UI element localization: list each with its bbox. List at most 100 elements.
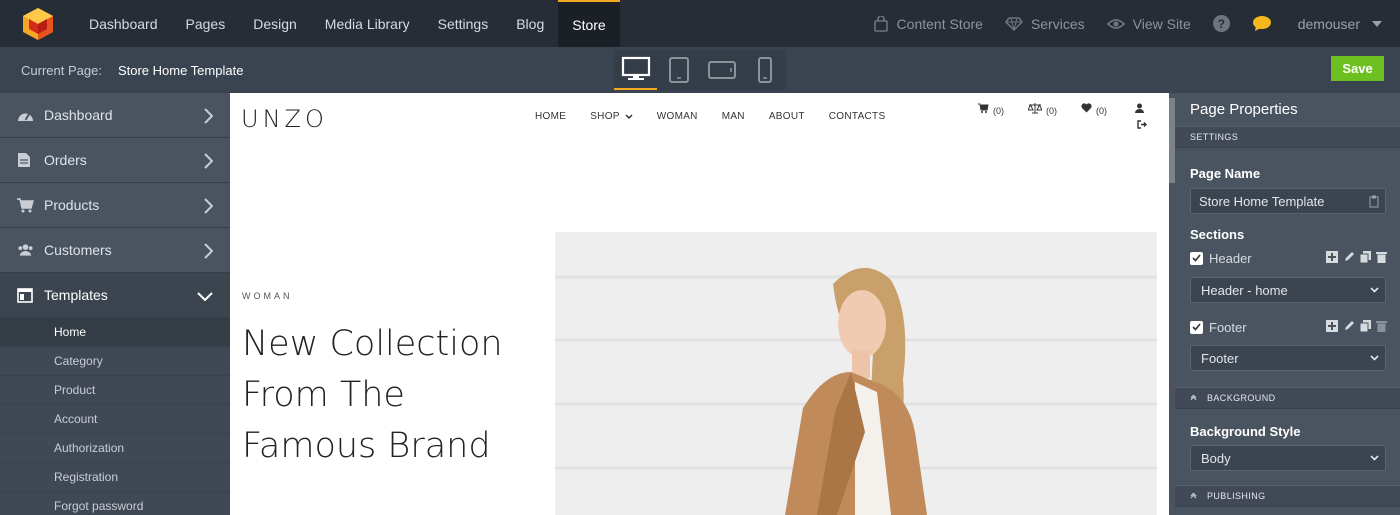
sidebar-item-products[interactable]: Products	[0, 183, 230, 228]
trash-icon[interactable]	[1376, 251, 1387, 263]
footer-select-value: Footer	[1201, 350, 1239, 366]
sidebar-subitem-product[interactable]: Product	[0, 376, 230, 405]
chevron-down-icon	[1370, 455, 1379, 461]
trash-icon[interactable]	[1376, 320, 1387, 332]
footer-section-tools	[1326, 320, 1387, 332]
mobile-view-button[interactable]	[743, 50, 786, 90]
header-section-tools	[1326, 251, 1387, 263]
chevron-down-icon	[1370, 355, 1379, 361]
site-compare-link[interactable]: (0)	[1028, 103, 1057, 129]
site-account-link[interactable]	[1131, 103, 1147, 129]
header-select-value: Header - home	[1201, 282, 1288, 298]
nav-store[interactable]: Store	[558, 0, 620, 47]
checkbox-checked-icon[interactable]	[1190, 320, 1203, 334]
background-section-header[interactable]: BACKGROUND	[1175, 387, 1400, 409]
add-icon[interactable]	[1326, 251, 1338, 263]
chevron-down-icon	[1370, 287, 1379, 293]
background-style-select[interactable]: Body	[1190, 445, 1386, 471]
header-template-select[interactable]: Header - home	[1190, 277, 1386, 303]
heart-icon	[1081, 103, 1092, 113]
checkbox-checked-icon[interactable]	[1190, 251, 1203, 265]
sidebar-subitem-account[interactable]: Account	[0, 405, 230, 434]
publishing-section-header[interactable]: PUBLISHING	[1175, 485, 1400, 507]
site-wishlist-link[interactable]: (0)	[1081, 103, 1107, 129]
publishing-section-label: PUBLISHING	[1207, 491, 1266, 501]
site-brand-logo[interactable]: UNZO	[241, 105, 328, 133]
save-button[interactable]: Save	[1331, 56, 1384, 81]
current-page-value: Store Home Template	[117, 62, 244, 78]
header-section-toggle[interactable]: Header	[1175, 248, 1400, 268]
chevron-right-icon	[204, 198, 213, 214]
current-page-label: Current Page:	[21, 62, 102, 78]
services-label: Services	[1030, 15, 1085, 32]
add-icon[interactable]	[1326, 320, 1338, 332]
tablet-portrait-button[interactable]	[657, 50, 700, 90]
page-preview-canvas[interactable]: UNZO HOME SHOP WOMAN MAN ABOUT CONTACTS …	[230, 93, 1169, 515]
header-section-label: Header	[1209, 250, 1252, 266]
sidebar-subitem-authorization[interactable]: Authorization	[0, 434, 230, 463]
chevron-down-icon	[1372, 20, 1382, 27]
site-nav-woman[interactable]: WOMAN	[657, 111, 698, 122]
view-site-link[interactable]: View Site	[1106, 16, 1191, 32]
site-nav-man[interactable]: MAN	[722, 111, 745, 122]
content-store-label: Content Store	[896, 15, 983, 32]
scale-icon	[1028, 103, 1042, 114]
page-name-field[interactable]: Store Home Template	[1190, 188, 1386, 214]
sidebar-item-orders[interactable]: Orders	[0, 138, 230, 183]
username: demouser	[1297, 15, 1360, 32]
sidebar-subitem-registration[interactable]: Registration	[0, 463, 230, 492]
cart-icon	[978, 103, 989, 113]
model-photo	[555, 232, 1157, 515]
app-logo[interactable]	[0, 0, 75, 47]
footer-section-toggle[interactable]: Footer	[1175, 317, 1400, 337]
phone-icon	[757, 57, 772, 83]
help-button[interactable]: ?	[1212, 15, 1230, 32]
diamond-icon	[1004, 16, 1023, 31]
settings-section-header[interactable]: SETTINGS	[1175, 126, 1400, 148]
sidebar-item-templates[interactable]: Templates	[0, 273, 230, 318]
copy-icon[interactable]	[1360, 320, 1371, 332]
hero-title-line: New Collection	[242, 324, 503, 364]
chat-button[interactable]	[1252, 15, 1280, 32]
page-properties-panel: Page Properties SETTINGS Page Name Store…	[1175, 93, 1400, 515]
content-store-link[interactable]: Content Store	[873, 15, 983, 32]
hero-image	[555, 232, 1157, 515]
document-icon	[17, 152, 34, 168]
nav-dashboard[interactable]: Dashboard	[75, 0, 172, 47]
pencil-icon[interactable]	[1343, 251, 1355, 263]
nav-pages[interactable]: Pages	[172, 0, 240, 47]
sidebar-item-dashboard[interactable]: Dashboard	[0, 93, 230, 138]
nav-media-library[interactable]: Media Library	[311, 0, 424, 47]
site-nav-about[interactable]: ABOUT	[769, 111, 805, 122]
sidebar-item-customers[interactable]: Customers	[0, 228, 230, 273]
sections-label: Sections	[1190, 227, 1245, 242]
chevron-down-icon	[625, 113, 633, 119]
desktop-icon	[621, 56, 650, 80]
site-nav-shop[interactable]: SHOP	[590, 111, 633, 122]
tablet-landscape-button[interactable]	[700, 50, 743, 90]
site-nav-contacts[interactable]: CONTACTS	[829, 111, 886, 122]
chevron-up-icon	[1190, 493, 1197, 499]
sidebar-subitem-home[interactable]: Home	[0, 318, 230, 347]
right-nav: Content Store Services View Site ? demou…	[851, 0, 1400, 47]
sidebar-item-label: Orders	[44, 152, 87, 168]
user-menu[interactable]: demouser	[1298, 16, 1382, 32]
hero-title-line: From The	[242, 375, 405, 415]
page-toolbar: Current Page: Store Home Template Save	[0, 47, 1400, 93]
pencil-icon[interactable]	[1343, 320, 1355, 332]
panel-title: Page Properties	[1190, 101, 1298, 118]
main-nav: Dashboard Pages Design Media Library Set…	[75, 0, 620, 47]
nav-settings[interactable]: Settings	[424, 0, 503, 47]
copy-icon[interactable]	[1360, 251, 1371, 263]
sidebar-subitem-category[interactable]: Category	[0, 347, 230, 376]
site-cart-link[interactable]: (0)	[978, 103, 1004, 129]
nav-blog[interactable]: Blog	[502, 0, 558, 47]
sidebar-subitem-forgot-password[interactable]: Forgot password	[0, 492, 230, 515]
desktop-view-button[interactable]	[614, 50, 657, 90]
site-nav-home[interactable]: HOME	[535, 111, 566, 122]
services-link[interactable]: Services	[1004, 15, 1085, 32]
chevron-right-icon	[204, 243, 213, 259]
nav-design[interactable]: Design	[239, 0, 311, 47]
background-section-label: BACKGROUND	[1207, 393, 1276, 403]
footer-template-select[interactable]: Footer	[1190, 345, 1386, 371]
